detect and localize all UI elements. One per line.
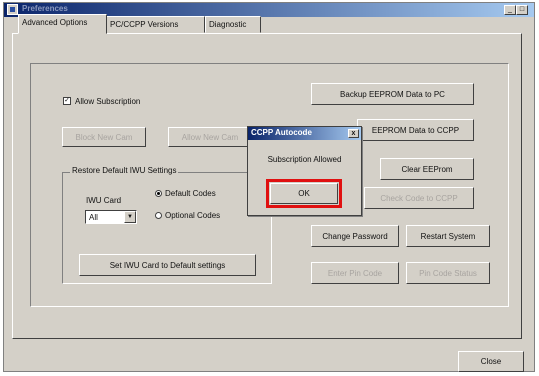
default-codes-radio[interactable] — [155, 190, 162, 197]
set-iwu-default-button[interactable]: Set IWU Card to Default settings — [79, 254, 256, 276]
minimize-button[interactable]: _ — [504, 5, 516, 15]
chevron-down-icon[interactable]: ▼ — [124, 211, 136, 223]
iwu-card-label: IWU Card — [86, 196, 122, 205]
enter-pin-code-button[interactable]: Enter Pin Code — [311, 262, 399, 284]
close-icon[interactable]: x — [348, 129, 359, 138]
app-icon — [7, 4, 18, 15]
pin-code-status-button[interactable]: Pin Code Status — [406, 262, 490, 284]
restart-system-button[interactable]: Restart System — [406, 225, 490, 247]
tab-pc-ccpp-versions[interactable]: PC/CCPP Versions — [106, 16, 205, 33]
tab-diagnostic[interactable]: Diagnostic — [205, 16, 261, 33]
close-button[interactable]: Close — [458, 351, 524, 372]
dialog-message: Subscription Allowed — [267, 155, 342, 164]
allow-new-cam-button[interactable]: Allow New Cam — [168, 127, 252, 147]
optional-codes-label: Optional Codes — [165, 211, 221, 220]
default-codes-label: Default Codes — [165, 189, 216, 198]
group-legend: Restore Default IWU Settings — [70, 166, 179, 175]
allow-subscription-label: Allow Subscription — [75, 97, 141, 106]
maximize-button[interactable]: □ — [516, 5, 528, 15]
iwu-card-select[interactable]: All ▼ — [85, 210, 137, 224]
change-password-button[interactable]: Change Password — [311, 225, 399, 247]
block-new-cam-button[interactable]: Block New Cam — [62, 127, 146, 147]
allow-subscription-checkbox[interactable]: ✓ — [63, 97, 71, 105]
check-code-button[interactable]: Check Code to CCPP — [364, 187, 474, 209]
window-title: Preferences — [22, 4, 68, 13]
optional-codes-radio[interactable] — [155, 212, 162, 219]
clear-eeprom-button[interactable]: Clear EEProm — [380, 158, 474, 180]
tab-advanced-options[interactable]: Advanced Options — [18, 14, 107, 34]
iwu-card-select-value: All — [89, 213, 98, 222]
dialog-title-bar[interactable]: CCPP Autocode x — [248, 127, 361, 140]
backup-eeprom-button[interactable]: Backup EEPROM Data to PC — [311, 83, 474, 105]
dialog-title: CCPP Autocode — [251, 128, 312, 137]
ok-highlight-box — [266, 179, 342, 208]
eeprom-to-ccpp-button[interactable]: EEPROM Data to CCPP — [357, 119, 474, 141]
